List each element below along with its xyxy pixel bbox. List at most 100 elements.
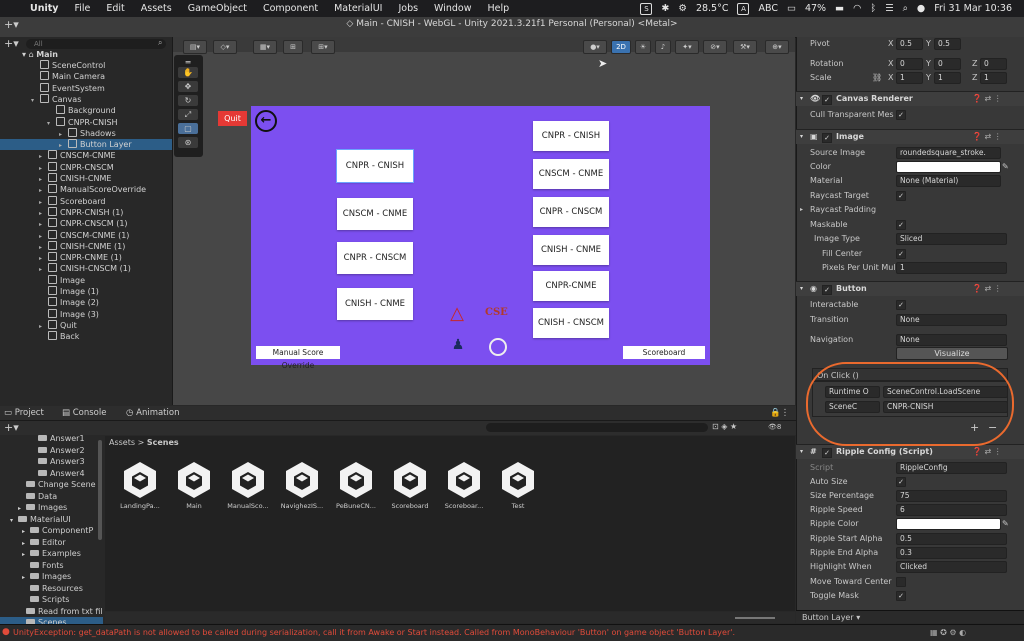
enable-checkbox[interactable]: ✓	[822, 133, 832, 143]
project-folder-item[interactable]: ▸ Images	[22, 571, 71, 582]
increment-snap[interactable]: ⊞▾	[311, 40, 335, 54]
tab-animation[interactable]: ◷ Animation	[126, 406, 179, 420]
hierarchy-item[interactable]: ▸ CNPR-CNISH (1)	[0, 206, 172, 218]
project-folder-item[interactable]: ▸ Examples	[22, 548, 81, 559]
hierarchy-item[interactable]: ▸ CNPR-CNSCM (1)	[0, 218, 172, 229]
back-arrow-icon[interactable]: ←	[255, 110, 277, 132]
game-canvas[interactable]: ← CNPR - CNISH CNSCM - CNME CNPR - CNSCM…	[251, 106, 710, 370]
ppu-field[interactable]: 1	[896, 262, 1007, 274]
expand-arrow-icon[interactable]: ▸	[22, 526, 30, 537]
project-folder-item[interactable]: Read from txt fil	[18, 606, 103, 617]
ripple-config-header[interactable]: ▾ # ✓ Ripple Config (Script) ❓ ⇄ ⋮	[796, 444, 1024, 459]
add-icon[interactable]: +▾	[4, 18, 19, 31]
move-tool-icon[interactable]: ✥	[178, 81, 198, 92]
rotation-y[interactable]: 0	[934, 58, 961, 70]
app-s-icon[interactable]: S	[640, 2, 653, 15]
enable-checkbox[interactable]: ✓	[822, 448, 832, 458]
button-header[interactable]: ▾ ◉ ✓ Button ❓ ⇄ ⋮	[796, 281, 1024, 296]
scale-z[interactable]: 1	[980, 72, 1007, 84]
hand-tool-dropdown[interactable]: ▤▾	[183, 40, 207, 54]
project-folder-item[interactable]: Answer4	[30, 468, 85, 479]
menu-assets[interactable]: Assets	[133, 3, 180, 14]
pivot-y[interactable]: 0.5	[934, 38, 961, 50]
rotate-tool-icon[interactable]: ↻	[178, 95, 198, 106]
hierarchy-item[interactable]: Image (3)	[0, 308, 172, 320]
hierarchy-item[interactable]: ▸ CNPR-CNME (1)	[0, 252, 172, 263]
temperature[interactable]: 28.5°C	[696, 3, 729, 14]
start-alpha-field[interactable]: 0.5	[896, 533, 1007, 545]
zoom-slider[interactable]	[735, 617, 775, 619]
visibility-icon[interactable]: ⊘▾	[703, 40, 727, 54]
status-message[interactable]: UnityException: get_dataPath is not allo…	[13, 628, 735, 637]
highlight-dropdown[interactable]: Clicked	[896, 561, 1007, 573]
tab-console[interactable]: ▤ Console	[62, 406, 106, 420]
component-menu-icons[interactable]: ❓ ⇄ ⋮	[972, 445, 1002, 459]
expand-arrow-icon[interactable]: ▸	[22, 538, 30, 549]
material-field[interactable]: None (Material)	[896, 175, 1001, 187]
cull-checkbox[interactable]: ✓	[896, 110, 906, 120]
hierarchy-item[interactable]: Background	[0, 105, 172, 116]
hierarchy-item[interactable]: Main Camera	[0, 71, 172, 82]
collapse-arrow-icon[interactable]: ▾	[800, 130, 803, 144]
collapse-arrow-icon[interactable]: ▾	[800, 282, 803, 296]
wifi-icon[interactable]: ◠	[853, 3, 861, 14]
menu-materialui[interactable]: MaterialUI	[326, 3, 390, 14]
button-cnscm-cnme[interactable]: CNSCM - CNME	[337, 198, 413, 230]
control-center-icon[interactable]: ☰	[885, 3, 894, 14]
ripple-color-swatch[interactable]	[896, 518, 1001, 530]
eyedropper-icon[interactable]: ✎	[1002, 517, 1009, 530]
hierarchy-item[interactable]: ▸ CNISH-CNSCM (1)	[0, 263, 172, 274]
fill-center-checkbox[interactable]: ✓	[896, 249, 906, 259]
scene-asset[interactable]: Test	[490, 460, 546, 510]
snap-button[interactable]: ⊞	[283, 40, 303, 54]
hierarchy-item[interactable]: ▸ CNISH-CNME (1)	[0, 240, 172, 252]
project-folder-item[interactable]: Data	[18, 491, 57, 502]
image-type-dropdown[interactable]: Sliced	[896, 233, 1007, 245]
expand-arrow-icon[interactable]: ▸	[22, 549, 30, 560]
menu-gameobject[interactable]: GameObject	[180, 3, 255, 14]
auto-size-checkbox[interactable]: ✓	[896, 477, 906, 487]
battery-percent[interactable]: 47%	[805, 3, 826, 14]
audio-icon[interactable]: ♪	[655, 40, 671, 54]
menu-component[interactable]: Component	[255, 3, 326, 14]
filter-icons[interactable]: ⊡ ◈ ★	[712, 422, 737, 431]
hierarchy-item[interactable]: Image (1)	[0, 286, 172, 297]
app-menu[interactable]: Unity	[22, 3, 66, 14]
component-menu-icons[interactable]: ❓ ⇄ ⋮	[972, 282, 1002, 296]
expand-arrow-icon[interactable]: ▾	[0, 50, 26, 59]
expand-arrow-icon[interactable]: ▸	[800, 203, 803, 216]
hierarchy-item[interactable]: Image (2)	[0, 297, 172, 308]
project-folder-item[interactable]: ▸ Images	[18, 502, 67, 513]
scale-tool-icon[interactable]: ⤢	[178, 109, 198, 120]
tab-project[interactable]: ▭ Project	[4, 406, 44, 420]
interactable-checkbox[interactable]: ✓	[896, 300, 906, 310]
siri-icon[interactable]: ●	[917, 3, 925, 14]
project-folder-item[interactable]: Answer3	[30, 456, 85, 467]
hierarchy-item[interactable]: Image	[0, 274, 172, 286]
project-folder-item[interactable]: Resources	[22, 583, 83, 594]
project-search-input[interactable]	[486, 423, 708, 432]
menu-help[interactable]: Help	[480, 3, 518, 14]
scale-x[interactable]: 1	[896, 72, 923, 84]
project-folder-item[interactable]: Fonts	[22, 560, 64, 571]
hierarchy-item[interactable]: ▸ Scoreboard	[0, 195, 172, 207]
hierarchy-item[interactable]: ▸ CNSCM-CNME (1)	[0, 229, 172, 241]
project-add-icon[interactable]: +▾	[4, 421, 19, 434]
input-source[interactable]: ABC	[758, 3, 777, 14]
transition-dropdown[interactable]: None	[896, 314, 1007, 326]
menu-jobs[interactable]: Jobs	[390, 3, 426, 14]
script-field[interactable]: RippleConfig	[896, 462, 1007, 474]
menu-file[interactable]: File	[66, 3, 98, 14]
collapse-arrow-icon[interactable]: ▾	[800, 92, 803, 106]
hierarchy-item[interactable]: ▸ Button Layer	[0, 139, 172, 151]
tools-dropdown[interactable]: ⚒▾	[733, 40, 757, 54]
color-swatch[interactable]	[896, 161, 1001, 173]
hierarchy-item[interactable]: ▸ CNSCM-CNME	[0, 150, 172, 161]
button-r-cnscm-cnme[interactable]: CNSCM - CNME	[533, 159, 609, 189]
battery-icon[interactable]: ▬	[835, 3, 844, 14]
size-percentage-field[interactable]: 75	[896, 490, 1007, 502]
end-alpha-field[interactable]: 0.3	[896, 547, 1007, 559]
project-folder-item[interactable]: Answer1	[30, 433, 85, 444]
rotation-z[interactable]: 0	[980, 58, 1007, 70]
raycast-target-checkbox[interactable]: ✓	[896, 191, 906, 201]
